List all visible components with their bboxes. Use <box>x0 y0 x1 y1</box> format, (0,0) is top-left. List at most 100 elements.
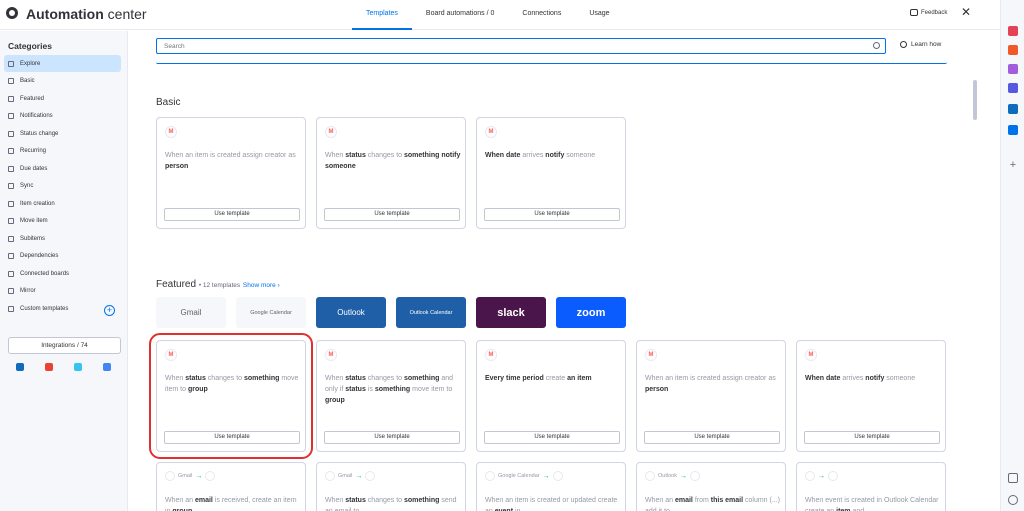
integrations-button[interactable]: Integrations / 74 <box>8 337 121 354</box>
sidebar-item-explore[interactable]: Explore <box>4 55 121 72</box>
template-text-part: something <box>244 375 280 382</box>
use-template-button[interactable]: Use template <box>644 431 780 444</box>
template-card[interactable]: Outlook → When an email from this email co… <box>636 462 786 511</box>
use-template-button[interactable]: Use template <box>804 431 940 444</box>
integration-icons <box>16 363 111 371</box>
categories-title: Categories <box>8 41 52 51</box>
app-title: Automation center <box>26 6 147 22</box>
app-icon[interactable] <box>1008 26 1018 36</box>
bell-icon <box>8 113 14 119</box>
scrollbar[interactable] <box>973 80 977 120</box>
outlook-icon[interactable] <box>16 363 24 371</box>
template-text-part: When an <box>645 497 675 504</box>
sidebar-item-label: Item creation <box>20 200 55 207</box>
sidebar-item-label: Custom templates <box>20 305 69 312</box>
template-card[interactable]: M When status changes to something notify… <box>316 117 466 229</box>
slack-icon[interactable] <box>74 363 82 371</box>
screen-icon[interactable] <box>1008 473 1018 483</box>
google-calendar-icon[interactable] <box>103 363 111 371</box>
template-text-part: notify <box>865 375 885 382</box>
use-template-button[interactable]: Use template <box>484 431 620 444</box>
template-card[interactable]: M When status changes to something and on… <box>316 340 466 452</box>
use-template-button[interactable]: Use template <box>324 208 460 221</box>
show-more-link[interactable]: Show more › <box>243 282 280 289</box>
template-card[interactable]: → When event is created in Outlook Calend… <box>796 462 946 511</box>
learn-how-button[interactable]: Learn how <box>900 41 941 48</box>
brand-google-calendar[interactable]: Google Calendar <box>236 297 306 328</box>
sidebar-item-notifications[interactable]: Notifications <box>4 108 121 125</box>
tab-connections[interactable]: Connections <box>508 0 575 30</box>
tab-usage[interactable]: Usage <box>575 0 623 30</box>
sidebar-item-mirror[interactable]: Mirror <box>4 283 121 300</box>
template-text-part: When an <box>165 497 195 504</box>
brand-zoom[interactable]: zoom <box>556 297 626 328</box>
gear-icon[interactable] <box>1008 495 1018 505</box>
template-card[interactable]: Gmail → When an email is received, create … <box>156 462 306 511</box>
people-icon[interactable] <box>1008 64 1018 74</box>
sidebar-item-label: Recurring <box>20 148 47 154</box>
template-text-part: When <box>325 152 346 159</box>
template-card[interactable]: M When date arrives notify someone Use tem… <box>796 340 946 452</box>
template-text-part: from <box>692 497 711 504</box>
sidebar-item-item-creation[interactable]: Item creation <box>4 195 121 212</box>
template-card[interactable]: M Every time period create an item Use tem… <box>476 340 626 452</box>
add-custom-template-button[interactable]: + <box>104 305 115 316</box>
template-card[interactable]: M When status changes to something move i… <box>149 333 313 459</box>
template-text-part: someone <box>884 375 916 382</box>
template-text-part: status <box>185 375 206 382</box>
sidebar-item-status-change[interactable]: Status change <box>4 125 121 142</box>
cart-icon[interactable] <box>1008 125 1018 135</box>
brand-slack[interactable]: slack <box>476 297 546 328</box>
template-card[interactable]: M When date arrives notify someone Use tem… <box>476 117 626 229</box>
use-template-button[interactable]: Use template <box>324 431 460 444</box>
close-button[interactable]: ✕ <box>961 6 971 18</box>
feedback-button[interactable]: Feedback <box>910 9 947 16</box>
template-text-part: When event is created in Outlook Calenda… <box>805 497 939 511</box>
tab-templates[interactable]: Templates <box>352 0 412 30</box>
template-card[interactable]: M When an item is created assign creator … <box>156 117 306 229</box>
search-box <box>156 38 886 54</box>
use-template-button[interactable]: Use template <box>164 208 300 221</box>
sidebar-item-label: Status change <box>20 130 59 137</box>
template-card[interactable]: Gmail → When status changes to something s… <box>316 462 466 511</box>
search-input[interactable] <box>157 39 867 53</box>
hexagon-icon[interactable] <box>1008 83 1018 93</box>
sidebar-item-due-dates[interactable]: Due dates <box>4 160 121 177</box>
sidebar-item-featured[interactable]: Featured <box>4 90 121 107</box>
integration-chain: Outlook → <box>645 471 700 481</box>
sidebar-item-recurring[interactable]: Recurring <box>4 143 121 160</box>
search-icon <box>873 42 880 49</box>
brand-outlook[interactable]: Outlook <box>316 297 386 328</box>
custom-icon <box>8 305 14 312</box>
integration-chain: Gmail → <box>325 471 376 481</box>
arrow-icon: → <box>818 472 825 480</box>
sidebar-item-label: Basic <box>20 78 35 84</box>
template-description: Every time period create an item <box>485 373 621 384</box>
monday-logo-icon <box>205 471 216 481</box>
template-text-part: move item to <box>410 386 453 393</box>
gmail-icon[interactable] <box>45 363 53 371</box>
sidebar-item-sync[interactable]: Sync <box>4 178 121 195</box>
sidebar-item-move-item[interactable]: Move item <box>4 213 121 230</box>
outlook-icon[interactable] <box>1008 104 1018 114</box>
template-description: When an item is created assign creator a… <box>165 150 301 172</box>
sidebar-item-label: Due dates <box>20 165 48 172</box>
tab-board[interactable]: Board automations / 0 <box>412 0 509 30</box>
brand-gmail[interactable]: Gmail <box>156 297 226 328</box>
sidebar-item-connected-boards[interactable]: Connected boards <box>4 265 121 282</box>
use-template-button[interactable]: Use template <box>164 431 300 444</box>
use-template-button[interactable]: Use template <box>484 208 620 221</box>
plus-icon[interactable]: + <box>1008 160 1018 171</box>
arrow-icon: → <box>679 472 687 480</box>
sidebar-item-dependencies[interactable]: Dependencies <box>4 248 121 265</box>
integration-icon <box>165 471 175 481</box>
sidebar-item-basic[interactable]: Basic <box>4 73 121 90</box>
template-card[interactable]: Google Calendar → When an item is created … <box>476 462 626 511</box>
bag-icon[interactable] <box>1008 45 1018 55</box>
integration-icon <box>485 471 495 481</box>
brand-outlook-calendar[interactable]: Outlook Calendar <box>396 297 466 328</box>
template-text-part: status <box>345 375 366 382</box>
template-card[interactable]: M When an item is created assign creator … <box>636 340 786 452</box>
template-text-part: arrives <box>520 152 546 159</box>
sidebar-item-subitems[interactable]: Subitems <box>4 230 121 247</box>
